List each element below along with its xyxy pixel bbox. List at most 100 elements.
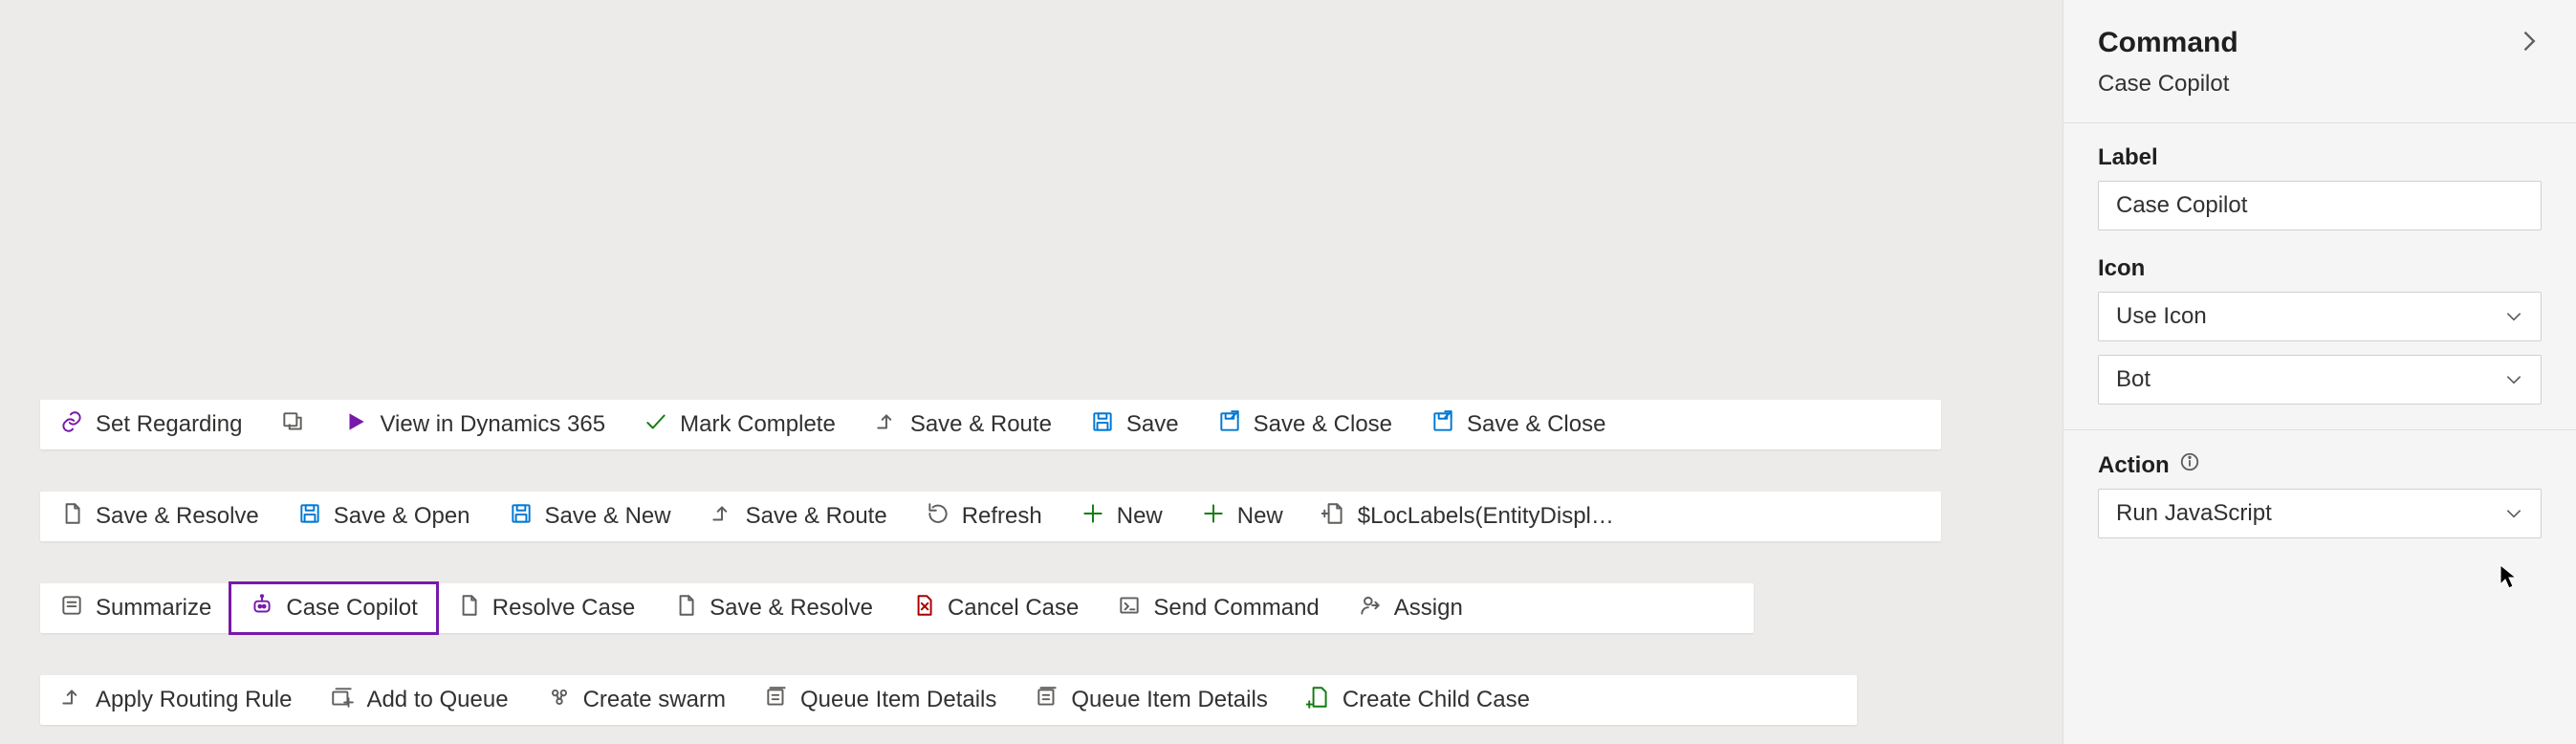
command-label: Apply Routing Rule <box>96 687 292 713</box>
command-button[interactable]: New <box>1061 492 1182 541</box>
command-button[interactable]: Save & New <box>490 492 690 541</box>
command-label: Mark Complete <box>680 411 836 438</box>
sendcmd-icon <box>1117 593 1142 624</box>
chevron-right-icon[interactable] <box>2515 28 2542 59</box>
command-label: Save & Route <box>746 503 887 530</box>
command-label: Save & Resolve <box>709 595 873 622</box>
route-icon <box>709 501 734 533</box>
command-button[interactable]: Save <box>1071 400 1198 449</box>
command-button[interactable]: Save & Close <box>1198 400 1411 449</box>
command-button[interactable]: Apply Routing Rule <box>40 675 311 725</box>
command-label: Add to Queue <box>366 687 508 713</box>
page-icon <box>59 501 84 533</box>
command-button[interactable]: Refresh <box>906 492 1061 541</box>
command-label: Queue Item Details <box>1071 687 1267 713</box>
label-field-label: Label <box>2098 144 2542 171</box>
bot-icon <box>250 593 274 624</box>
command-label: View in Dynamics 365 <box>380 411 605 438</box>
command-label: Save & Resolve <box>96 503 259 530</box>
command-button[interactable]: Add to Queue <box>311 675 527 725</box>
command-button[interactable]: Save & Open <box>278 492 490 541</box>
popout-icon <box>280 409 305 441</box>
command-button[interactable]: Save & Close <box>1411 400 1625 449</box>
command-label: Resolve Case <box>492 595 635 622</box>
properties-panel: Command Case Copilot Label Icon Use Icon… <box>2063 0 2576 744</box>
refresh-icon <box>926 501 950 533</box>
command-label: Create swarm <box>583 687 726 713</box>
check-icon <box>644 409 668 441</box>
command-button[interactable]: Send Command <box>1098 583 1338 633</box>
command-button[interactable]: Create swarm <box>528 675 745 725</box>
page-icon <box>673 593 698 624</box>
label-input[interactable] <box>2098 181 2542 230</box>
toolbar-row-2: Save & Resolve Save & Open Save & New Save … <box>40 492 1941 541</box>
link-icon <box>59 409 84 441</box>
saveclose-icon <box>1217 409 1242 441</box>
command-button[interactable]: Set Regarding <box>40 400 261 449</box>
command-label: Case Copilot <box>286 595 417 622</box>
command-button[interactable]: Save & Route <box>855 400 1071 449</box>
command-button[interactable]: Summarize <box>40 583 230 633</box>
command-button[interactable]: Cancel Case <box>892 583 1098 633</box>
panel-subtitle: Case Copilot <box>2098 71 2542 98</box>
command-button[interactable]: Create Child Case <box>1287 675 1549 725</box>
command-label: Save & Close <box>1467 411 1605 438</box>
save-icon <box>1090 409 1115 441</box>
command-button[interactable]: Save & Resolve <box>654 583 892 633</box>
swarm-icon <box>547 685 572 716</box>
saveclose-icon <box>1430 409 1455 441</box>
command-label: Save <box>1126 411 1179 438</box>
toolbar-row-3: Summarize Case Copilot Resolve Case Save & … <box>40 583 1754 633</box>
icon-field-label: Icon <box>2098 255 2542 282</box>
command-label: New <box>1117 503 1163 530</box>
command-button[interactable]: $LocLabels(EntityDispl… <box>1302 492 1633 541</box>
toolbar-row-1: Set Regarding View in Dynamics 365 Mark Co… <box>40 400 1941 449</box>
action-select[interactable]: Run JavaScript <box>2098 489 2542 538</box>
command-button[interactable]: Queue Item Details <box>1015 675 1286 725</box>
command-label: Set Regarding <box>96 411 242 438</box>
command-label: Cancel Case <box>948 595 1079 622</box>
icon-type-value: Bot <box>2116 366 2150 393</box>
command-label: Create Child Case <box>1343 687 1530 713</box>
save-icon <box>509 501 534 533</box>
summarize-icon <box>59 593 84 624</box>
command-button[interactable]: Resolve Case <box>437 583 654 633</box>
addqueue-icon <box>330 685 355 716</box>
icon-type-select[interactable]: Bot <box>2098 355 2542 405</box>
play-icon <box>343 409 368 441</box>
command-button[interactable]: Assign <box>1339 583 1482 633</box>
command-button[interactable]: Save & Route <box>690 492 906 541</box>
command-label: Summarize <box>96 595 211 622</box>
icon-mode-select[interactable]: Use Icon <box>2098 292 2542 341</box>
command-button[interactable]: Save & Resolve <box>40 492 278 541</box>
info-icon[interactable] <box>2179 451 2200 479</box>
page-icon <box>456 593 481 624</box>
cancelpage-icon <box>911 593 936 624</box>
command-label: New <box>1237 503 1283 530</box>
command-bar-canvas: Set Regarding View in Dynamics 365 Mark Co… <box>0 0 2063 744</box>
command-button[interactable]: Mark Complete <box>624 400 855 449</box>
action-value: Run JavaScript <box>2116 500 2272 527</box>
command-label: Send Command <box>1153 595 1319 622</box>
route-icon <box>874 409 899 441</box>
queuedetails-icon <box>1035 685 1059 716</box>
chevron-down-icon <box>2504 307 2523 326</box>
command-button[interactable] <box>261 400 324 449</box>
command-button[interactable]: New <box>1182 492 1302 541</box>
command-label: Save & Open <box>334 503 470 530</box>
command-button[interactable]: Case Copilot <box>230 583 436 633</box>
newpage-icon <box>1321 501 1346 533</box>
childcase-icon <box>1306 685 1331 716</box>
route-icon <box>59 685 84 716</box>
command-label: Assign <box>1394 595 1463 622</box>
toolbar-row-4: Apply Routing Rule Add to Queue Create swa… <box>40 675 1857 725</box>
command-button[interactable]: Queue Item Details <box>745 675 1015 725</box>
command-label: Save & Close <box>1254 411 1392 438</box>
action-field-label-text: Action <box>2098 452 2170 479</box>
command-label: Queue Item Details <box>800 687 996 713</box>
chevron-down-icon <box>2504 370 2523 389</box>
panel-title: Command <box>2098 27 2238 59</box>
command-label: Refresh <box>962 503 1042 530</box>
command-button[interactable]: View in Dynamics 365 <box>324 400 624 449</box>
action-field-label: Action <box>2098 451 2542 479</box>
